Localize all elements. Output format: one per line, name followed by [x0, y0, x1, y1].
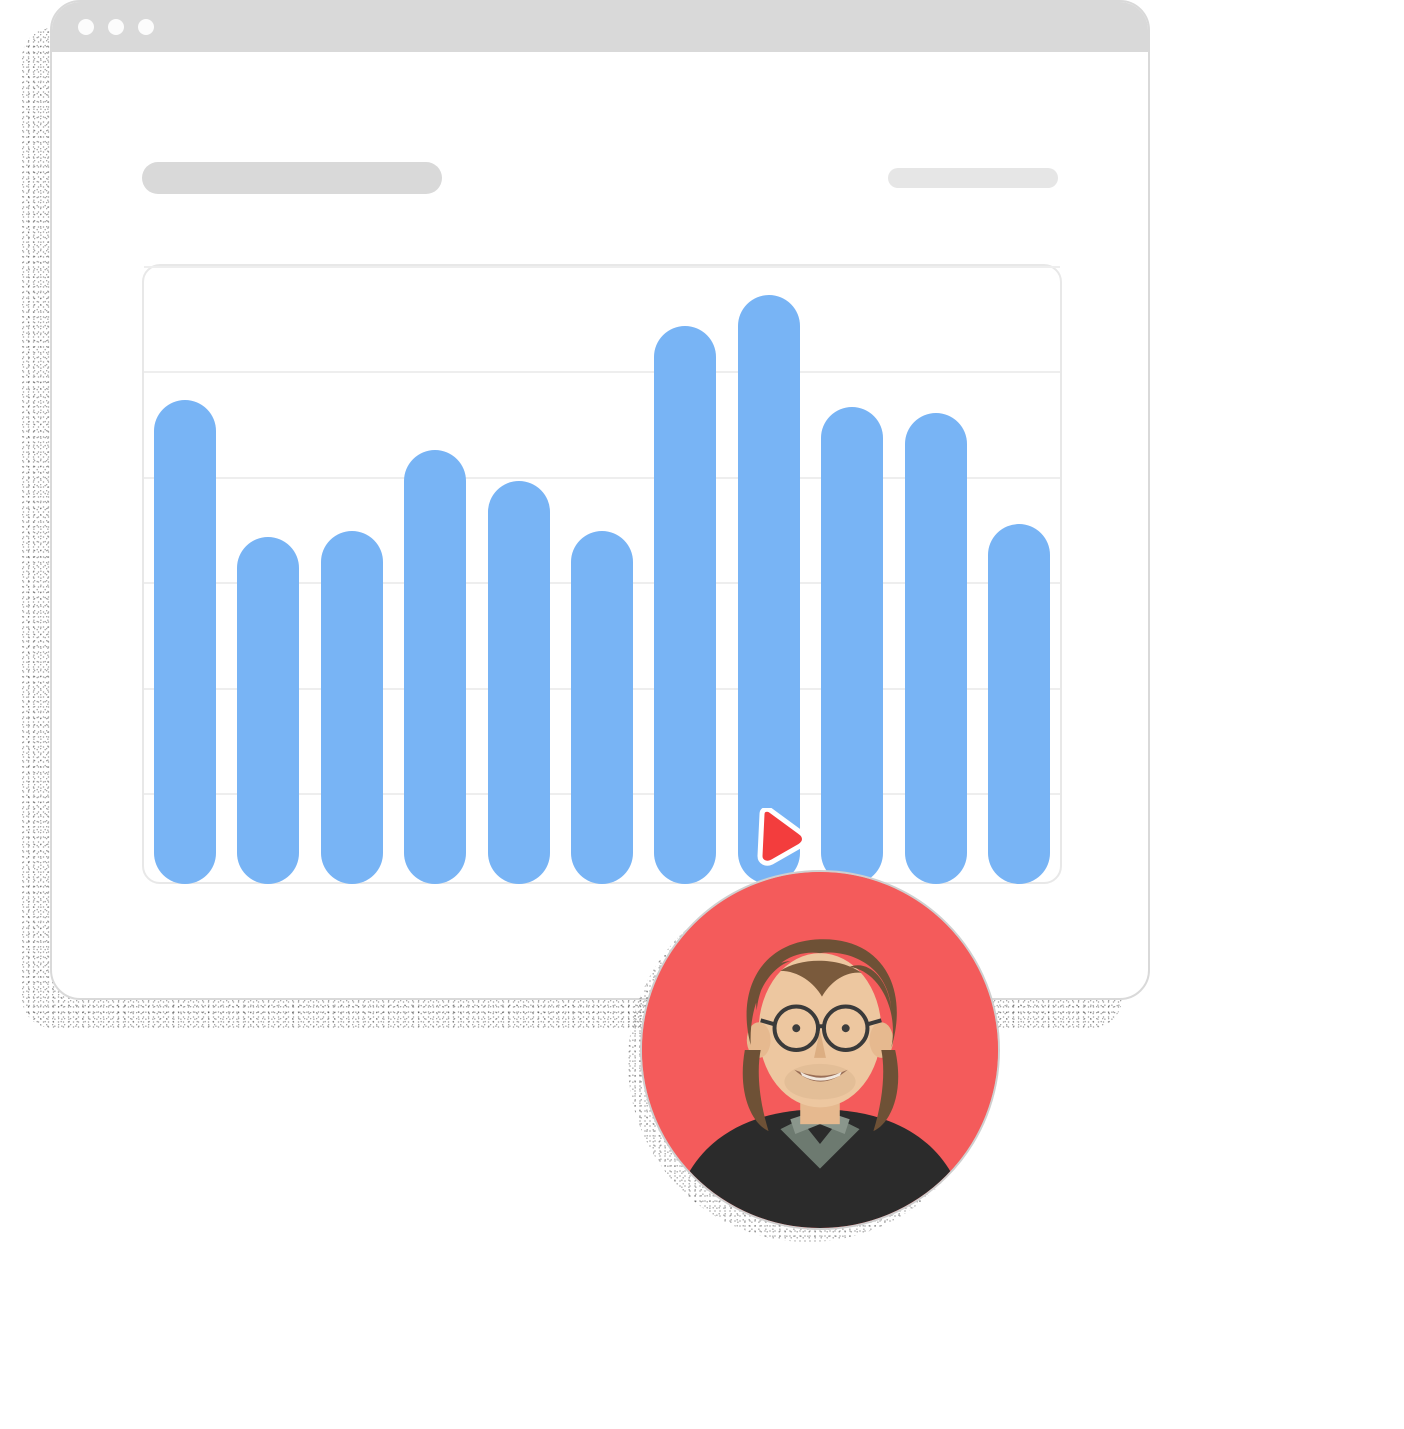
presenter-avatar [640, 870, 1000, 1230]
titlebar [52, 2, 1148, 52]
action-placeholder [888, 168, 1058, 188]
chart-bar [404, 450, 466, 884]
window-control-close[interactable] [78, 19, 94, 35]
chart-bars [144, 266, 1060, 882]
cursor-icon [750, 808, 808, 866]
chart-bar [154, 400, 216, 884]
window-control-maximize[interactable] [138, 19, 154, 35]
chart-bar [571, 531, 633, 884]
title-placeholder [142, 162, 442, 194]
chart-bar [321, 531, 383, 884]
chart-bar [738, 295, 800, 884]
window-control-minimize[interactable] [108, 19, 124, 35]
chart-bar [988, 524, 1050, 884]
avatar-circle [640, 870, 1000, 1230]
browser-window [50, 0, 1150, 1000]
chart-bar [821, 407, 883, 884]
chart-bar [237, 537, 299, 884]
chart-bar [488, 481, 550, 884]
bar-chart [142, 264, 1062, 884]
chart-bar [905, 413, 967, 884]
content-area [52, 52, 1148, 884]
chart-bar [654, 326, 716, 884]
header-row [142, 162, 1058, 194]
